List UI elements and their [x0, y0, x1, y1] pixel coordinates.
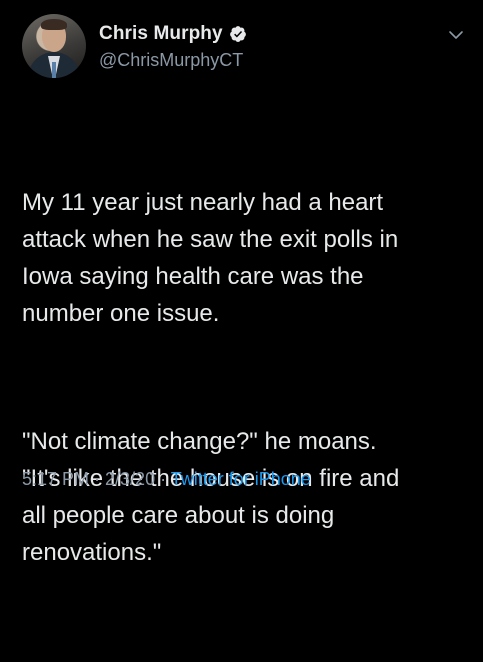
- avatar-tie: [52, 62, 56, 78]
- tweet-paragraph: "Not climate change?" he moans. "It's li…: [22, 428, 400, 566]
- author-handle[interactable]: @ChrisMurphyCT: [99, 50, 243, 71]
- author-display-name[interactable]: Chris Murphy: [99, 23, 223, 45]
- tweet-header: Chris Murphy @ChrisMurphyCT: [22, 14, 465, 84]
- author-name-row[interactable]: Chris Murphy: [99, 23, 247, 45]
- tweet-timestamp[interactable]: 5:17 PM · 2/3/20 ·: [22, 469, 171, 489]
- tweet-paragraph: My 11 year just nearly had a heart attac…: [22, 189, 399, 327]
- avatar-hair: [41, 19, 67, 30]
- tweet-card: Chris Murphy @ChrisMurphyCT My 11 year j…: [0, 0, 483, 566]
- verified-badge-icon: [229, 25, 247, 43]
- tweet-body: My 11 year just nearly had a heart attac…: [22, 110, 467, 662]
- tweet-source-link[interactable]: Twitter for iPhone: [171, 469, 311, 489]
- avatar[interactable]: [22, 14, 86, 78]
- chevron-down-icon[interactable]: [447, 28, 465, 42]
- tweet-metadata: 5:17 PM · 2/3/20 · Twitter for iPhone: [22, 469, 311, 490]
